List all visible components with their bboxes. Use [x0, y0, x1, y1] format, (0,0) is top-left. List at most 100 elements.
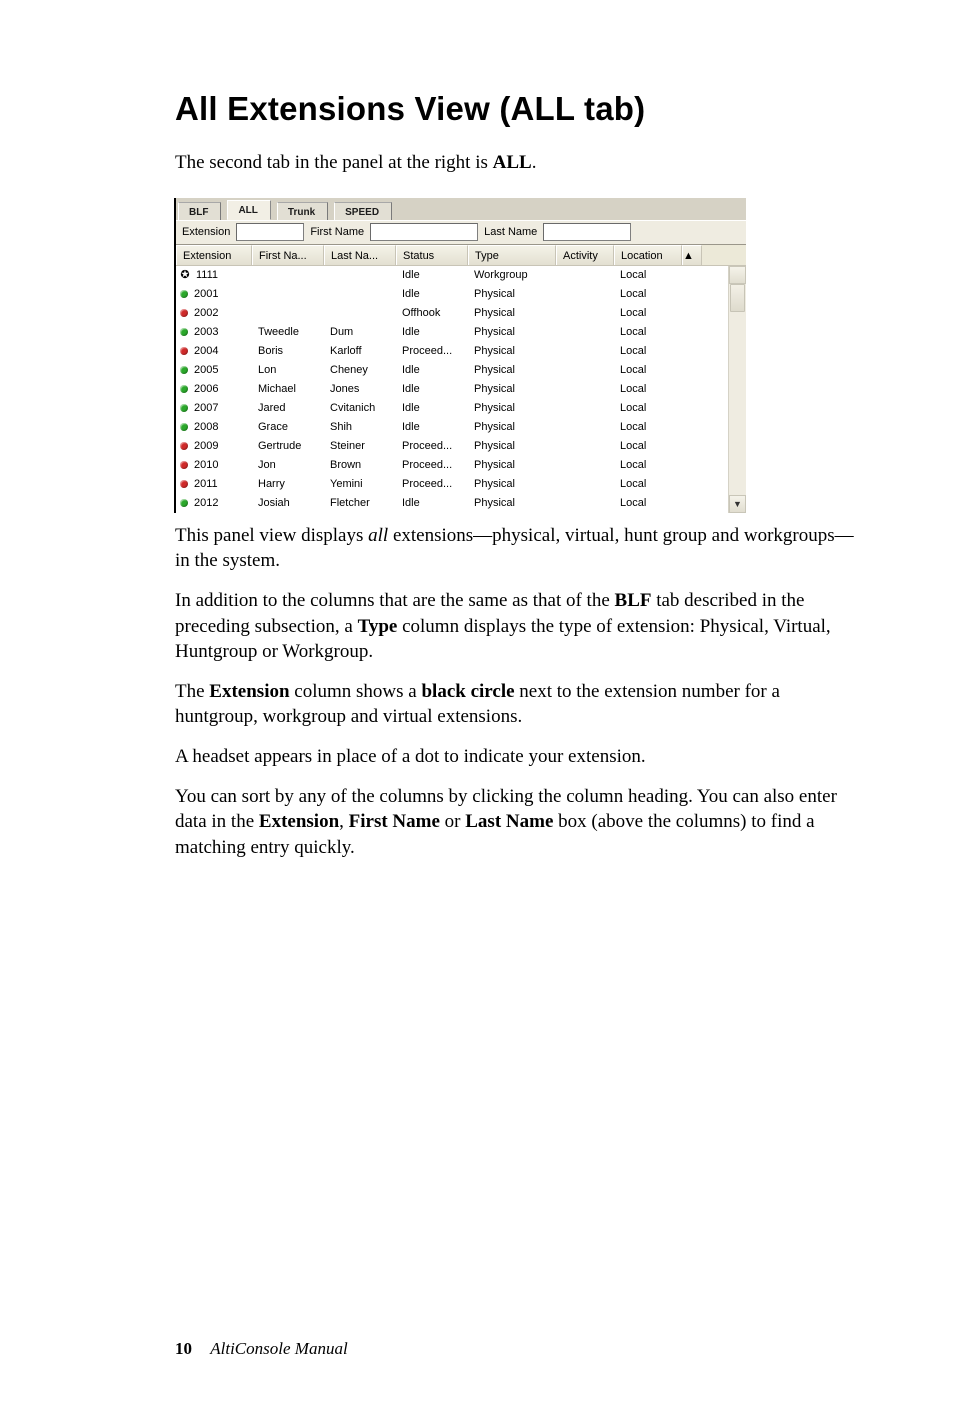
cell-activity	[556, 399, 614, 418]
green-dot-icon	[180, 385, 188, 393]
table-row[interactable]: 2005LonCheneyIdlePhysicalLocal	[176, 361, 746, 380]
table-row[interactable]: 2009GertrudeSteinerProceed...PhysicalLoc…	[176, 437, 746, 456]
ext-number: 2003	[194, 323, 218, 342]
cell-location: Local	[614, 361, 682, 380]
tab-all[interactable]: ALL	[227, 200, 270, 220]
table-row[interactable]: 2006MichaelJonesIdlePhysicalLocal	[176, 380, 746, 399]
col-status[interactable]: Status	[396, 245, 468, 265]
ext-number: 2005	[194, 361, 218, 380]
cell-activity	[556, 475, 614, 494]
book-title: AltiConsole Manual	[210, 1339, 347, 1358]
table-row[interactable]: 2010JonBrownProceed...PhysicalLocal	[176, 456, 746, 475]
cell-activity	[556, 342, 614, 361]
page-title: All Extensions View (ALL tab)	[175, 90, 854, 128]
col-location[interactable]: Location	[614, 245, 682, 265]
cell-status: Idle	[396, 399, 468, 418]
cell-activity	[556, 494, 614, 513]
col-type[interactable]: Type	[468, 245, 556, 265]
tab-trunk[interactable]: Trunk	[277, 202, 328, 220]
cell-last: Brown	[324, 456, 396, 475]
green-dot-icon	[180, 328, 188, 336]
text: or	[440, 811, 465, 832]
cell-status: Idle	[396, 380, 468, 399]
cell-activity	[556, 304, 614, 323]
vertical-scrollbar[interactable]: ▼	[728, 266, 746, 513]
col-extension[interactable]: Extension	[176, 245, 252, 265]
intro-paragraph: The second tab in the panel at the right…	[175, 150, 854, 176]
cell-location: Local	[614, 380, 682, 399]
firstname-label: First Name	[308, 226, 366, 238]
all-ital: all	[368, 525, 388, 546]
cell-first: Harry	[252, 475, 324, 494]
cell-first: Josiah	[252, 494, 324, 513]
cell-location: Local	[614, 266, 682, 285]
table-row[interactable]: 2004BorisKarloffProceed...PhysicalLocal	[176, 342, 746, 361]
tab-speed[interactable]: SPEED	[334, 202, 392, 220]
headset-icon: ✪	[180, 270, 190, 281]
extension-input[interactable]	[236, 223, 304, 241]
ext-number: 2011	[194, 475, 218, 494]
cell-extension: 2010	[176, 456, 252, 475]
cell-status: Idle	[396, 266, 468, 285]
scroll-track[interactable]	[729, 284, 746, 495]
grid-header: Extension First Na... Last Na... Status …	[176, 245, 746, 266]
text: column shows a	[290, 681, 422, 702]
headset-paragraph: A headset appears in place of a dot to i…	[175, 744, 854, 770]
cell-last: Karloff	[324, 342, 396, 361]
ext-number: 2004	[194, 342, 218, 361]
first-bold: First Name	[349, 811, 440, 832]
cell-status: Proceed...	[396, 437, 468, 456]
cell-first: Tweedle	[252, 323, 324, 342]
cell-extension: 2003	[176, 323, 252, 342]
cell-activity	[556, 285, 614, 304]
cell-extension: 2007	[176, 399, 252, 418]
col-lastname[interactable]: Last Na...	[324, 245, 396, 265]
green-dot-icon	[180, 404, 188, 412]
col-scroll-spacer: ▲	[682, 245, 702, 265]
cell-activity	[556, 418, 614, 437]
cell-status: Offhook	[396, 304, 468, 323]
cell-last: Dum	[324, 323, 396, 342]
scroll-thumb[interactable]	[730, 284, 745, 312]
cell-type: Workgroup	[468, 266, 556, 285]
col-activity[interactable]: Activity	[556, 245, 614, 265]
cell-activity	[556, 266, 614, 285]
grid-body: ✪1111IdleWorkgroupLocal2001IdlePhysicalL…	[176, 266, 746, 513]
table-row[interactable]: ✪1111IdleWorkgroupLocal	[176, 266, 746, 285]
cell-extension: 2011	[176, 475, 252, 494]
table-row[interactable]: 2011HarryYeminiProceed...PhysicalLocal	[176, 475, 746, 494]
cell-last: Cheney	[324, 361, 396, 380]
cell-type: Physical	[468, 285, 556, 304]
table-row[interactable]: 2012JosiahFletcherIdlePhysicalLocal	[176, 494, 746, 513]
table-row[interactable]: 2001IdlePhysicalLocal	[176, 285, 746, 304]
cell-location: Local	[614, 342, 682, 361]
table-row[interactable]: 2003TweedleDumIdlePhysicalLocal	[176, 323, 746, 342]
cell-type: Physical	[468, 437, 556, 456]
cell-location: Local	[614, 475, 682, 494]
table-row[interactable]: 2002OffhookPhysicalLocal	[176, 304, 746, 323]
red-dot-icon	[180, 480, 188, 488]
cell-first: Michael	[252, 380, 324, 399]
col-firstname[interactable]: First Na...	[252, 245, 324, 265]
intro-all-label: ALL	[493, 152, 532, 173]
cell-extension: 2006	[176, 380, 252, 399]
cell-extension: 2005	[176, 361, 252, 380]
cell-last: Cvitanich	[324, 399, 396, 418]
tab-blf[interactable]: BLF	[178, 202, 221, 220]
firstname-input[interactable]	[370, 223, 478, 241]
intro-period: .	[532, 152, 537, 173]
scroll-down-button[interactable]: ▼	[729, 495, 746, 513]
cell-type: Physical	[468, 475, 556, 494]
cell-status: Idle	[396, 361, 468, 380]
intro-text: The second tab in the panel at the right…	[175, 152, 493, 173]
scroll-up-button[interactable]	[729, 266, 746, 284]
table-row[interactable]: 2007JaredCvitanichIdlePhysicalLocal	[176, 399, 746, 418]
table-row[interactable]: 2008GraceShihIdlePhysicalLocal	[176, 418, 746, 437]
cell-last: Jones	[324, 380, 396, 399]
lastname-input[interactable]	[543, 223, 631, 241]
cell-location: Local	[614, 494, 682, 513]
cell-first: Jared	[252, 399, 324, 418]
cell-first: Boris	[252, 342, 324, 361]
ext-number: 2007	[194, 399, 218, 418]
lastname-label: Last Name	[482, 226, 539, 238]
